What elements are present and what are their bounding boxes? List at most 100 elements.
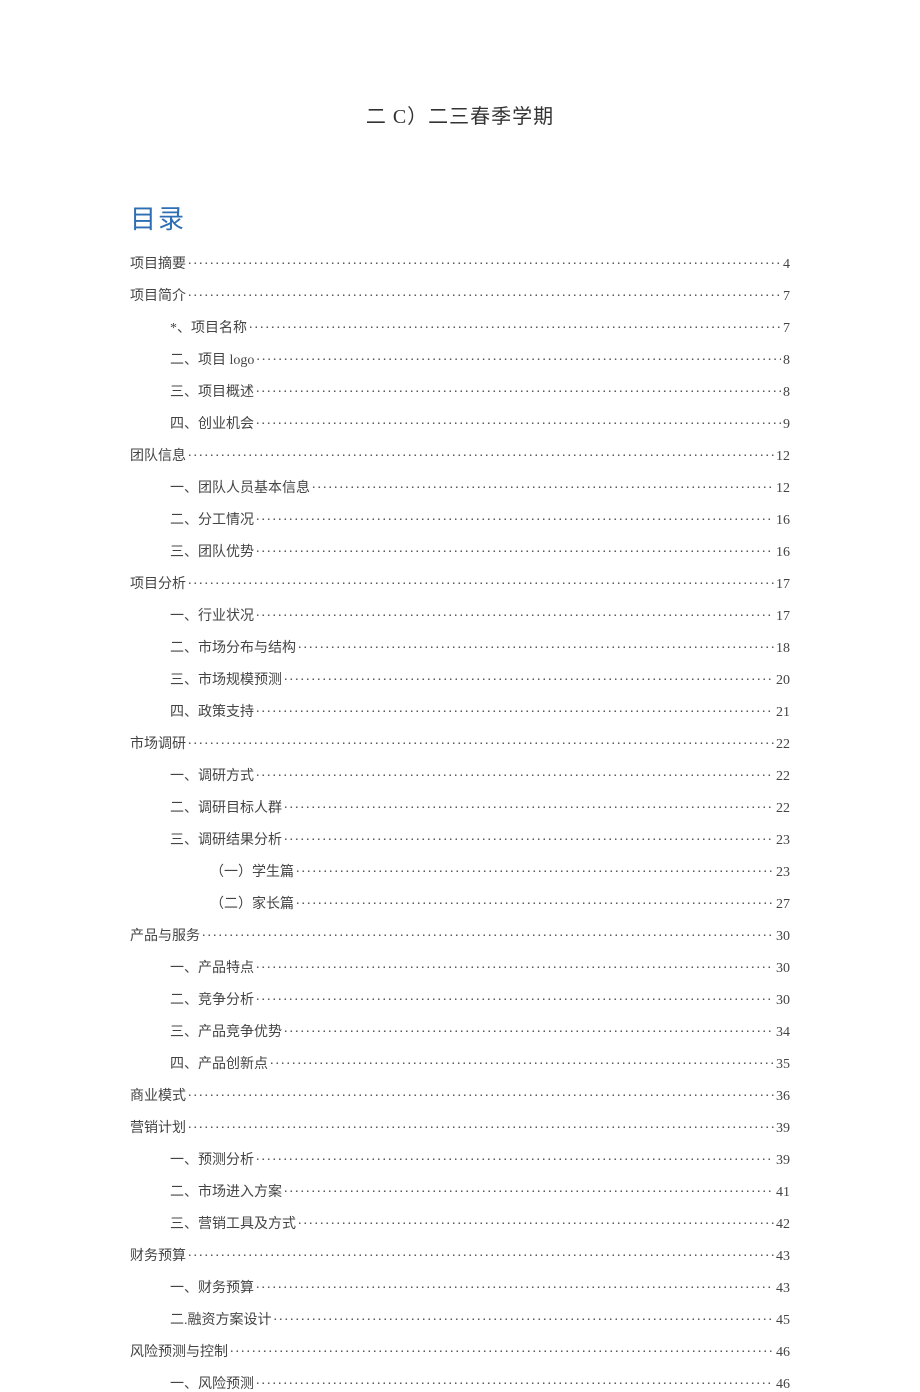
toc-entry[interactable]: 三、调研结果分析23	[130, 830, 790, 848]
toc-entry-label: （二）家长篇	[210, 898, 294, 912]
toc-entry-label: 二、项目 logo	[170, 354, 254, 368]
toc-entry[interactable]: 二、市场分布与结构18	[130, 638, 790, 656]
toc-entry-label: 一、预测分析	[170, 1154, 254, 1168]
toc-leader-dots	[256, 990, 774, 1004]
toc-entry-label: 风险预测与控制	[130, 1346, 228, 1360]
toc-leader-dots	[284, 1182, 774, 1196]
toc-leader-dots	[188, 1118, 774, 1132]
toc-entry-page: 4	[783, 258, 790, 272]
toc-entry-page: 17	[776, 610, 790, 624]
toc-entry[interactable]: 商业模式36	[130, 1086, 790, 1104]
toc-entry[interactable]: 项目摘要 4	[130, 254, 790, 272]
toc-entry-page: 21	[776, 706, 790, 720]
toc-entry-label: 项目摘要	[130, 258, 186, 272]
toc-entry-label: 二.融资方案设计	[170, 1314, 272, 1328]
toc-entry-page: 30	[776, 994, 790, 1008]
toc-leader-dots	[188, 1086, 774, 1100]
toc-leader-dots	[188, 446, 774, 460]
toc-entry[interactable]: 项目简介 7	[130, 286, 790, 304]
toc-leader-dots	[188, 1246, 774, 1260]
toc-entry-page: 30	[776, 962, 790, 976]
toc-entry-label: 三、产品竞争优势	[170, 1026, 282, 1040]
toc-entry-page: 20	[776, 674, 790, 688]
toc-entry-label: 三、营销工具及方式	[170, 1218, 296, 1232]
toc-entry[interactable]: 一、行业状况 17	[130, 606, 790, 624]
toc-entry[interactable]: 四、政策支持21	[130, 702, 790, 720]
toc-entry[interactable]: 二、分工情况16	[130, 510, 790, 528]
toc-entry-label: 二、市场进入方案	[170, 1186, 282, 1200]
toc-entry[interactable]: 三、市场规模预测 20	[130, 670, 790, 688]
toc-leader-dots	[274, 1310, 775, 1324]
toc-entry[interactable]: （一）学生篇23	[130, 862, 790, 880]
toc-leader-dots	[230, 1342, 774, 1356]
toc-entry-label: 三、项目概述	[170, 386, 254, 400]
toc-entry[interactable]: 二.融资方案设计 45	[130, 1310, 790, 1328]
toc-entry[interactable]: 三、团队优势 16	[130, 542, 790, 560]
toc-leader-dots	[256, 510, 774, 524]
toc-leader-dots	[188, 254, 781, 268]
toc-entry-page: 12	[776, 482, 790, 496]
toc-entry[interactable]: 团队信息 12	[130, 446, 790, 464]
toc-entry[interactable]: 一、财务预算43	[130, 1278, 790, 1296]
toc-entry[interactable]: 二、调研目标人群22	[130, 798, 790, 816]
toc-entry[interactable]: 一、团队人员基本信息 12	[130, 478, 790, 496]
toc-entry-page: 35	[776, 1058, 790, 1072]
toc-entry[interactable]: 财务预算43	[130, 1246, 790, 1264]
toc-entry-label: 四、产品创新点	[170, 1058, 268, 1072]
toc-entry[interactable]: *、项目名称7	[130, 318, 790, 336]
toc-entry-label: 产品与服务	[130, 930, 200, 944]
toc-entry[interactable]: 一、调研方式22	[130, 766, 790, 784]
toc-entry[interactable]: 市场调研22	[130, 734, 790, 752]
toc-entry-label: 二、分工情况	[170, 514, 254, 528]
toc-entry-page: 27	[776, 898, 790, 912]
toc-entry-label: 三、市场规模预测	[170, 674, 282, 688]
toc-entry-label: 一、团队人员基本信息	[170, 482, 310, 496]
toc-leader-dots	[284, 1022, 774, 1036]
toc-entry-page: 12	[776, 450, 790, 464]
toc-entry-page: 46	[776, 1346, 790, 1360]
toc-leader-dots	[270, 1054, 774, 1068]
toc-entry[interactable]: 四、产品创新点 35	[130, 1054, 790, 1072]
toc-entry[interactable]: 二、市场进入方案41	[130, 1182, 790, 1200]
table-of-contents: 项目摘要 4 项目简介 7 *、项目名称7 二、项目 logo8 三、项目概述8 四、创业机会…	[130, 254, 790, 1392]
toc-leader-dots	[256, 350, 781, 364]
toc-entry-page: 46	[776, 1378, 790, 1392]
toc-entry[interactable]: （二）家长篇 27	[130, 894, 790, 912]
toc-entry[interactable]: 营销计划39	[130, 1118, 790, 1136]
toc-entry-page: 18	[776, 642, 790, 656]
toc-entry-label: 一、行业状况	[170, 610, 254, 624]
toc-entry[interactable]: 一、风险预测46	[130, 1374, 790, 1392]
toc-entry-label: 市场调研	[130, 738, 186, 752]
toc-entry[interactable]: 二、竞争分析30	[130, 990, 790, 1008]
toc-leader-dots	[256, 414, 781, 428]
toc-entry-page: 45	[776, 1314, 790, 1328]
toc-leader-dots	[249, 318, 781, 332]
toc-entry[interactable]: 产品与服务30	[130, 926, 790, 944]
toc-leader-dots	[188, 574, 774, 588]
toc-entry[interactable]: 三、营销工具及方式 42	[130, 1214, 790, 1232]
toc-entry[interactable]: 三、产品竞争优势34	[130, 1022, 790, 1040]
toc-entry[interactable]: 一、预测分析39	[130, 1150, 790, 1168]
toc-entry[interactable]: 四、创业机会9	[130, 414, 790, 432]
toc-entry[interactable]: 项目分析17	[130, 574, 790, 592]
toc-entry[interactable]: 二、项目 logo8	[130, 350, 790, 368]
toc-entry-page: 7	[783, 290, 790, 304]
toc-leader-dots	[256, 542, 774, 556]
toc-entry-page: 23	[776, 866, 790, 880]
toc-entry-page: 16	[776, 546, 790, 560]
toc-entry-page: 42	[776, 1218, 790, 1232]
toc-leader-dots	[284, 830, 774, 844]
toc-leader-dots	[256, 1150, 774, 1164]
toc-entry[interactable]: 一、产品特点30	[130, 958, 790, 976]
toc-entry-label: 三、团队优势	[170, 546, 254, 560]
toc-entry-label: 营销计划	[130, 1122, 186, 1136]
toc-entry[interactable]: 风险预测与控制 46	[130, 1342, 790, 1360]
toc-entry-label: 项目简介	[130, 290, 186, 304]
toc-entry-label: 财务预算	[130, 1250, 186, 1264]
toc-heading: 目录	[130, 199, 790, 236]
toc-leader-dots	[256, 1374, 774, 1388]
toc-entry[interactable]: 三、项目概述8	[130, 382, 790, 400]
toc-leader-dots	[188, 734, 774, 748]
toc-leader-dots	[298, 638, 774, 652]
toc-entry-label: 团队信息	[130, 450, 186, 464]
